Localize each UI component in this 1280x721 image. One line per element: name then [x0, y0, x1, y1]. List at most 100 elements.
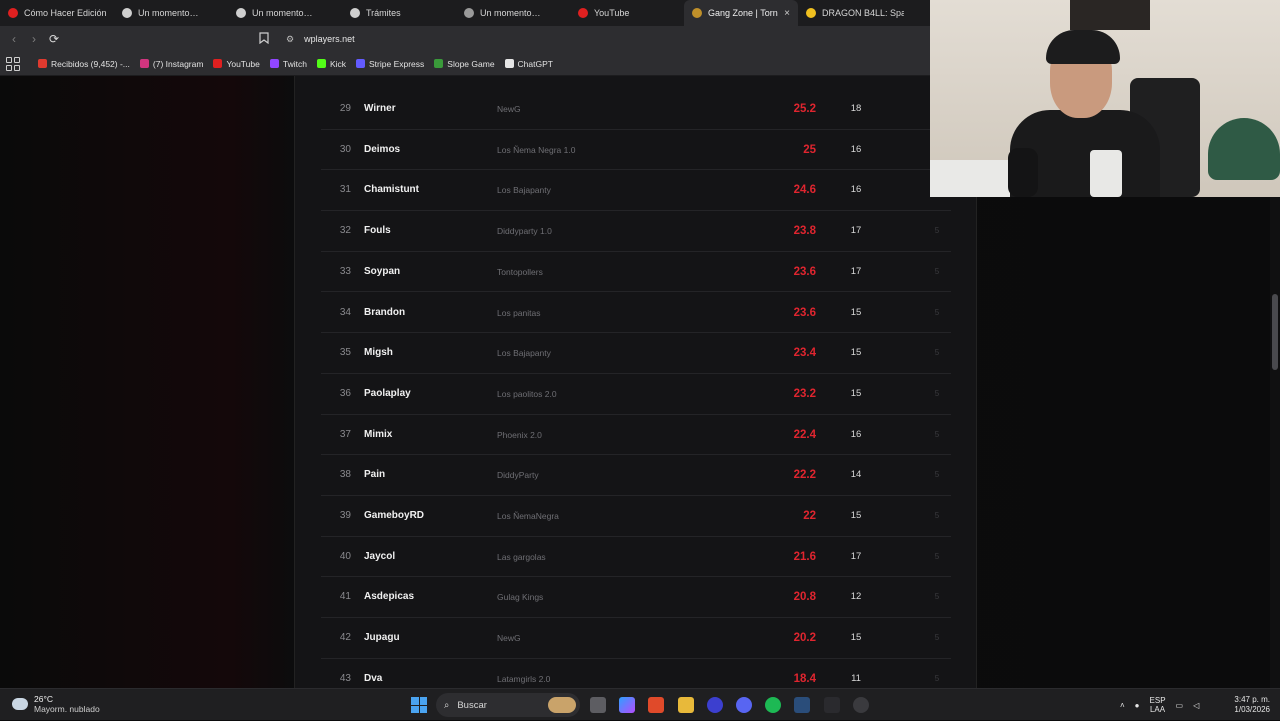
tab-favicon-icon: [350, 8, 360, 18]
team-name: Los Bajapanty: [497, 348, 551, 359]
player-name: Jupagu: [364, 632, 400, 644]
kills-value: 16: [850, 143, 862, 155]
browser-tab[interactable]: Cómo Hacer Edición D: [0, 0, 114, 26]
bookmark-label: Stripe Express: [369, 58, 425, 69]
task-view-icon[interactable]: [590, 697, 606, 713]
browser-tab[interactable]: Gang Zone | Torne ×: [684, 0, 798, 26]
kills-value: 17: [850, 550, 862, 562]
browser-tab[interactable]: YouTube: [570, 0, 684, 26]
kills-value: 15: [850, 510, 862, 521]
team-name: NewG: [497, 104, 521, 114]
volume-icon[interactable]: ◁: [1193, 701, 1199, 710]
rank-cell: 36: [339, 387, 351, 399]
table-row[interactable]: 40 Jaycol Las gargolas 21.6 17 5: [321, 537, 951, 578]
points-value: 23.6: [793, 265, 816, 278]
extra-value: 5: [934, 307, 940, 317]
tab-title: Un momento…: [480, 8, 541, 18]
start-button[interactable]: [411, 697, 427, 713]
bookmark-item[interactable]: Kick: [316, 59, 346, 69]
player-name: Dva: [364, 672, 383, 684]
bookmark-icon[interactable]: [259, 32, 271, 46]
cortana-icon[interactable]: [707, 697, 723, 713]
cloud-icon: [12, 698, 28, 710]
url-text: wplayers.net: [304, 34, 355, 44]
audio-mixer-icon[interactable]: [824, 697, 840, 713]
table-row[interactable]: 29 Wirner NewG 25.2 18: [321, 89, 951, 130]
player-name: Wirner: [364, 103, 396, 114]
bookmark-item[interactable]: Slope Game: [434, 59, 495, 69]
table-row[interactable]: 32 Fouls Diddyparty 1.0 23.8 17 5: [321, 211, 951, 252]
weather-temp: 26°C: [34, 694, 53, 704]
team-name: Tontopollers: [497, 266, 543, 277]
kills-value: 17: [850, 225, 862, 237]
weather-widget[interactable]: 26°C Mayorm. nublado: [12, 694, 100, 714]
table-row[interactable]: 37 Mimix Phoenix 2.0 22.4 16 5: [321, 415, 951, 456]
windows-taskbar: 26°C Mayorm. nublado ⌕ Buscar ˄ ● ESP LA…: [0, 688, 1280, 720]
bookmark-favicon-icon: [139, 59, 149, 68]
discord-icon[interactable]: [736, 697, 752, 713]
spotify-icon[interactable]: [765, 697, 781, 713]
bookmark-item[interactable]: Recibidos (9,452) -...: [38, 59, 130, 69]
team-name: Diddyparty 1.0: [497, 226, 552, 237]
clock-time: 3:47 p. m.: [1234, 695, 1270, 704]
table-row[interactable]: 36 Paolaplay Los paolitos 2.0 23.2 15 5: [321, 374, 951, 415]
table-row[interactable]: 43 Dva Latamgirls 2.0 18.4 11 5: [321, 659, 951, 688]
rank-cell: 31: [339, 184, 351, 196]
language-indicator[interactable]: ESP LAA: [1150, 696, 1166, 714]
microphone-icon[interactable]: ●: [1135, 701, 1140, 710]
bookmark-favicon-icon: [38, 59, 47, 68]
player-name: Soypan: [364, 265, 401, 277]
kills-value: 16: [850, 428, 862, 440]
steam-icon[interactable]: [794, 697, 810, 713]
table-row[interactable]: 31 Chamistunt Los Bajapanty 24.6 16: [321, 170, 951, 212]
file-explorer-icon[interactable]: [678, 697, 694, 713]
table-row[interactable]: 39 GameboyRD Los ÑemaNegra 22 15 5: [321, 496, 951, 537]
bookmark-item[interactable]: Stripe Express: [356, 59, 424, 69]
rank-cell: 32: [339, 225, 351, 237]
bookmark-item[interactable]: Twitch: [269, 59, 307, 69]
table-row[interactable]: 33 Soypan Tontopollers 23.6 17 5: [321, 252, 951, 293]
table-row[interactable]: 34 Brandon Los panitas 23.6 15 5: [321, 293, 951, 334]
bookmark-label: ChatGPT: [517, 58, 553, 69]
site-info-icon[interactable]: ⚙: [286, 34, 294, 45]
browser-tab[interactable]: Un momento…: [456, 0, 570, 26]
kills-value: 12: [850, 591, 862, 603]
leaderboard-panel: 29 Wirner NewG 25.2 18 30 Deimos Los Ñema Negra…: [294, 76, 977, 688]
kills-value: 16: [850, 184, 862, 196]
network-icon[interactable]: ▭: [1176, 701, 1184, 710]
bookmark-item[interactable]: ChatGPT: [504, 58, 553, 69]
copilot-icon[interactable]: [619, 697, 635, 713]
browser-tab[interactable]: Un momento…: [114, 0, 228, 26]
player-name: Pain: [364, 469, 386, 481]
kills-value: 15: [850, 387, 862, 399]
bookmark-item[interactable]: YouTube: [213, 59, 260, 69]
table-row[interactable]: 38 Pain DiddyParty 22.2 14 5: [321, 455, 951, 496]
close-tab-icon[interactable]: ×: [784, 8, 790, 19]
kills-value: 18: [850, 103, 862, 114]
table-row[interactable]: 42 Jupagu NewG 20.2 15 5: [321, 618, 951, 659]
browser-tab[interactable]: Trámites: [342, 0, 456, 26]
forward-icon[interactable]: ›: [24, 29, 44, 49]
chevron-up-icon[interactable]: ˄: [1120, 701, 1125, 710]
brave-browser-icon[interactable]: [648, 697, 664, 713]
points-value: 22.4: [793, 428, 816, 441]
points-value: 21.6: [793, 550, 816, 563]
webcam-microphone: [1008, 148, 1038, 197]
table-row[interactable]: 30 Deimos Los Ñema Negra 1.0 25 16: [321, 130, 951, 171]
taskbar-clock[interactable]: 3:47 p. m. 1/03/2026: [1222, 695, 1270, 715]
bookmark-item[interactable]: (7) Instagram: [139, 59, 203, 69]
address-bar[interactable]: ⚙ wplayers.net: [286, 30, 355, 48]
browser-tab[interactable]: Un momento…: [228, 0, 342, 26]
widget-icon[interactable]: [548, 697, 576, 713]
tab-title: Gang Zone | Torne: [708, 8, 779, 18]
scrollbar-thumb[interactable]: [1272, 294, 1278, 370]
tab-favicon-icon: [464, 8, 474, 18]
table-row[interactable]: 35 Migsh Los Bajapanty 23.4 15 5: [321, 333, 951, 374]
browser-tab[interactable]: DRAGON B4LL: Spar: [798, 0, 912, 26]
reload-icon[interactable]: ⟳: [44, 29, 64, 49]
apps-grid-icon[interactable]: [6, 56, 20, 71]
back-icon[interactable]: ‹: [4, 29, 24, 49]
webcam-bottle: [1090, 150, 1122, 197]
app-loader-icon[interactable]: [853, 697, 869, 713]
table-row[interactable]: 41 Asdepicas Gulag Kings 20.8 12 5: [321, 577, 951, 619]
